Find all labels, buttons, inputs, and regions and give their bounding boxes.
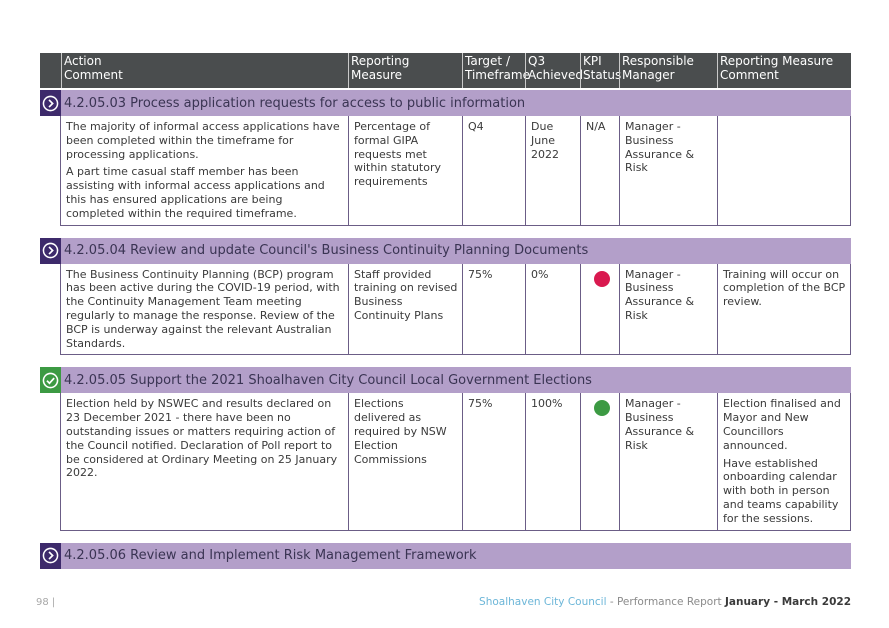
- action-comment-cell: The majority of informal access applicat…: [61, 116, 348, 225]
- measure-comment-paragraph: Election finalised and Mayor and New Cou…: [723, 397, 841, 452]
- table-row: The Business Continuity Planning (BCP) p…: [60, 263, 851, 356]
- achieved-cell: Due June 2022: [525, 116, 580, 225]
- table-row: The majority of informal access applicat…: [60, 116, 851, 226]
- action-section: 4.2.05.06 Review and Implement Risk Mana…: [40, 542, 851, 569]
- table-row: Election held by NSWEC and results decla…: [60, 393, 851, 531]
- comment-paragraph: Election held by NSWEC and results decla…: [66, 397, 338, 480]
- kpi-status-cell: [580, 393, 619, 530]
- action-section: 4.2.05.05 Support the 2021 Shoalhaven Ci…: [40, 367, 851, 531]
- section-title: 4.2.05.04 Review and update Council's Bu…: [64, 243, 589, 259]
- measure-comment-paragraph: Have established onboarding calendar wit…: [723, 456, 839, 525]
- section-header: 4.2.05.05 Support the 2021 Shoalhaven Ci…: [40, 367, 851, 394]
- page-number: 98 |: [36, 597, 55, 608]
- header-reporting-measure-comment: Reporting Measure Comment: [717, 53, 851, 88]
- comment-paragraph: The Business Continuity Planning (BCP) p…: [66, 267, 340, 350]
- section-header: 4.2.05.04 Review and update Council's Bu…: [40, 237, 851, 264]
- footer-report: - Performance Report: [606, 596, 725, 608]
- header-responsible-manager: Responsible Manager: [619, 53, 717, 88]
- action-section: 4.2.05.03 Process application requests f…: [40, 90, 851, 226]
- section-title: 4.2.05.03 Process application requests f…: [64, 95, 526, 111]
- chevron-right-circle-icon: [40, 90, 61, 116]
- section-header: 4.2.05.06 Review and Implement Risk Mana…: [40, 542, 851, 569]
- reporting-measure-cell: Elections delivered as required by NSW E…: [348, 393, 462, 530]
- achieved-cell: 100%: [525, 393, 580, 530]
- header-icon-column: [40, 53, 61, 88]
- achieved-cell: 0%: [525, 263, 580, 355]
- comment-paragraph: A part time casual staff member has been…: [66, 165, 325, 220]
- kpi-status-cell: N/A: [580, 116, 619, 225]
- chevron-right-circle-icon: [40, 237, 61, 264]
- page-separator: |: [51, 597, 56, 608]
- section-header: 4.2.05.03 Process application requests f…: [40, 90, 851, 116]
- check-circle-icon: [40, 367, 61, 394]
- measure-comment-cell: [717, 116, 850, 225]
- footer-brand: Shoalhaven City Council: [479, 596, 607, 608]
- header-action-comment: Action Comment: [61, 53, 348, 88]
- action-section: 4.2.05.04 Review and update Council's Bu…: [40, 237, 851, 356]
- measure-comment-cell: Election finalised and Mayor and New Cou…: [717, 393, 850, 530]
- action-comment-cell: Election held by NSWEC and results decla…: [61, 393, 348, 529]
- kpi-status-cell: [580, 263, 619, 355]
- kpi-red-dot-icon: [594, 270, 610, 287]
- header-kpi-status: KPI Status: [580, 53, 621, 88]
- responsible-manager-cell: Manager - Business Assurance & Risk: [619, 116, 717, 225]
- responsible-manager-cell: Manager - Business Assurance & Risk: [619, 263, 717, 355]
- footer-period: January - March 2022: [724, 596, 851, 608]
- measure-comment-cell: Training will occur on completion of the…: [717, 263, 850, 355]
- target-cell: Q4: [462, 116, 525, 225]
- header-q3-achieved: Q3 Achieved: [525, 53, 583, 88]
- section-title: 4.2.05.05 Support the 2021 Shoalhaven Ci…: [64, 372, 592, 388]
- reporting-measure-cell: Staff provided training on revised Busin…: [348, 263, 462, 355]
- reporting-measure-cell: Percentage of formal GIPA requests met w…: [348, 116, 462, 225]
- comment-paragraph: The majority of informal access applicat…: [66, 120, 340, 161]
- header-target-timeframe: Target / Timeframe: [462, 53, 530, 88]
- kpi-green-dot-icon: [594, 400, 610, 417]
- section-title: 4.2.05.06 Review and Implement Risk Mana…: [64, 548, 477, 564]
- footer-title: Shoalhaven City Council - Performance Re…: [479, 596, 851, 608]
- action-comment-cell: The Business Continuity Planning (BCP) p…: [61, 264, 348, 355]
- target-cell: 75%: [462, 393, 525, 530]
- measure-comment-paragraph: Training will occur on completion of the…: [723, 267, 846, 309]
- performance-table: Action Comment Reporting Measure Target …: [40, 53, 851, 569]
- target-cell: 75%: [462, 263, 525, 355]
- page-number-value: 98: [36, 597, 49, 608]
- header-reporting-measure: Reporting Measure: [348, 53, 462, 88]
- table-header: Action Comment Reporting Measure Target …: [40, 53, 851, 88]
- chevron-right-circle-icon: [40, 542, 61, 569]
- responsible-manager-cell: Manager - Business Assurance & Risk: [619, 393, 717, 530]
